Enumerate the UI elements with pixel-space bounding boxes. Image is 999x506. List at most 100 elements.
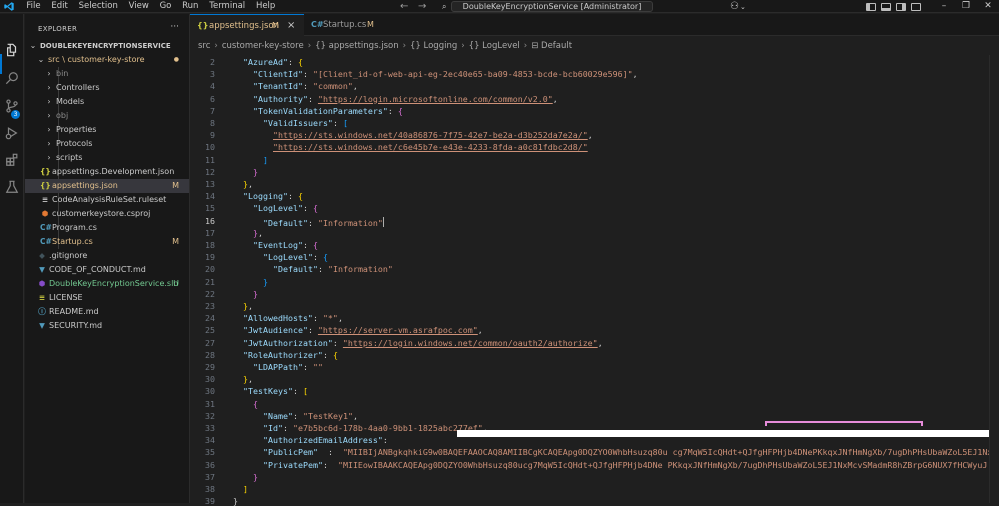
menu-help[interactable]: Help: [251, 0, 281, 13]
code-token: "RoleAuthorizer": [243, 349, 323, 360]
code-line: "ValidIssuers": [: [263, 118, 348, 128]
tree-item-label: Controllers: [56, 83, 100, 92]
tree-file[interactable]: ⬢ DoubleKeyEncryptionService.sln U: [25, 277, 189, 291]
tree-folder[interactable]: ⌄ DOUBLEKEYENCRYPTIONSERVICE: [25, 39, 189, 53]
tree-file[interactable]: C# Startup.cs M: [25, 235, 189, 249]
tree-file[interactable]: {} appsettings.Development.json: [25, 165, 189, 179]
file-type-icon: {}: [40, 181, 51, 190]
copilot-dropdown-icon[interactable]: ⌄: [740, 3, 746, 11]
extensions-icon[interactable]: [4, 152, 20, 168]
code-line: },: [243, 179, 253, 189]
code-token: :: [302, 362, 313, 372]
code-line: "AllowedHosts": "*",: [243, 313, 343, 323]
tab-appsettings-json[interactable]: {} appsettings.json M ×: [190, 14, 304, 36]
breadcrumb-item[interactable]: {} Logging: [410, 37, 457, 55]
tree-file[interactable]: ≡ CodeAnalysisRuleSet.ruleset: [25, 193, 189, 207]
line-number: 8: [210, 118, 215, 128]
code-line: "TestKeys": [: [243, 386, 308, 396]
git-status-badge: ●: [173, 56, 179, 63]
customize-layout-icon[interactable]: [910, 2, 921, 11]
tree-file[interactable]: ◆ .gitignore: [25, 249, 189, 263]
code-token: :: [322, 349, 333, 360]
search-icon[interactable]: [4, 70, 20, 86]
tree-file[interactable]: ⬢ customerkeystore.csproj: [25, 207, 189, 221]
tree-item-label: src \ customer-key-store: [48, 55, 145, 64]
tree-file[interactable]: ▼ CODE_OF_CONDUCT.md: [25, 263, 189, 277]
files-icon[interactable]: [4, 42, 20, 58]
code-line: "Authority": "https://login.microsoftonl…: [253, 94, 558, 104]
menu-run[interactable]: Run: [177, 0, 204, 13]
chevron-right-icon: ›: [307, 41, 312, 51]
code-line: {: [253, 399, 258, 409]
code-token: "Name": [263, 410, 293, 421]
code-token: {: [253, 398, 258, 409]
maximize-button[interactable]: ❐: [955, 0, 977, 13]
breadcrumb-item[interactable]: customer-key-store: [222, 37, 304, 55]
tree-folder[interactable]: ⌄ src \ customer-key-store ●: [25, 53, 189, 67]
close-tab-icon[interactable]: ×: [287, 15, 295, 37]
editor-scrollbar[interactable]: [989, 55, 999, 503]
code-line: "Default": "Information": [273, 264, 393, 274]
tree-file[interactable]: {} appsettings.json M: [25, 179, 189, 193]
line-number: 32: [205, 410, 215, 421]
nav-forward-icon[interactable]: →: [418, 0, 426, 13]
tab-label: appsettings.json: [209, 21, 279, 31]
tree-file[interactable]: ≡ LICENSE: [25, 291, 189, 305]
menu-edit[interactable]: Edit: [46, 0, 73, 13]
line-number: 13: [205, 179, 215, 189]
close-window-button[interactable]: ✕: [977, 0, 999, 13]
testing-icon[interactable]: [4, 179, 20, 195]
tree-folder[interactable]: › scripts: [25, 151, 189, 165]
tree-folder[interactable]: › obj: [25, 109, 189, 123]
code-line: }: [233, 496, 238, 506]
more-actions-icon[interactable]: ···: [170, 22, 179, 32]
active-view-indicator: [0, 54, 2, 74]
code-line: "Name": "TestKey1",: [263, 411, 358, 421]
code-token: "PrivatePem": [263, 459, 323, 470]
menu-selection[interactable]: Selection: [73, 0, 123, 13]
copilot-icon[interactable]: ⚇: [730, 1, 739, 12]
breadcrumb-item[interactable]: src: [198, 37, 210, 55]
toggle-secondary-sidebar-icon[interactable]: [895, 2, 906, 11]
tree-folder[interactable]: › bin: [25, 67, 189, 81]
command-center[interactable]: ⌕ DoubleKeyEncryptionService [Administra…: [442, 1, 653, 12]
tree-file[interactable]: C# Program.cs: [25, 221, 189, 235]
modified-indicator: M: [367, 20, 374, 29]
code-line: "PublicPem" : "MIIBIjANBgkqhkiG9w0BAQEFA…: [263, 447, 999, 457]
code-token: :: [292, 386, 303, 397]
code-token: :: [332, 337, 343, 348]
tree-file[interactable]: ▼ SECURITY.md: [25, 319, 189, 333]
vscode-logo-icon[interactable]: [4, 2, 14, 11]
breadcrumb-item[interactable]: ⊟ Default: [531, 37, 572, 55]
tree-file[interactable]: ⓘ README.md: [25, 305, 189, 319]
tab-startup-cs[interactable]: C# Startup.cs M: [304, 14, 384, 36]
file-type-icon: ▼: [39, 265, 45, 274]
tree-folder[interactable]: › Controllers: [25, 81, 189, 95]
code-line: },: [253, 228, 263, 238]
run-debug-icon[interactable]: [4, 125, 20, 141]
code-line: "TokenValidationParameters": {: [253, 106, 403, 116]
minimize-button[interactable]: –: [933, 0, 955, 13]
menu-terminal[interactable]: Terminal: [204, 0, 251, 13]
code-line: },: [243, 374, 253, 384]
code-token: "ValidIssuers": [263, 118, 333, 128]
tree-folder[interactable]: › Models: [25, 95, 189, 109]
tree-folder[interactable]: › Properties: [25, 123, 189, 137]
breadcrumb: src › customer-key-store ›{} appsettings.js…: [190, 37, 999, 55]
file-type-icon: C#: [40, 237, 52, 246]
code-token: }: [233, 496, 238, 506]
code-token: "LogLevel": [253, 203, 303, 214]
menu-view[interactable]: View: [123, 0, 154, 13]
toggle-sidebar-icon[interactable]: [865, 2, 876, 11]
menu-go[interactable]: Go: [154, 0, 177, 13]
code-line: "JwtAuthorization": "https://login.windo…: [243, 338, 603, 348]
tree-folder[interactable]: › Protocols: [25, 137, 189, 151]
menu-file[interactable]: File: [21, 0, 46, 13]
breadcrumb-item[interactable]: {} LogLevel: [469, 37, 520, 55]
code-token: {: [332, 349, 338, 360]
breadcrumb-item[interactable]: {} appsettings.json: [315, 37, 399, 55]
code-line: "LogLevel": {: [253, 203, 318, 213]
toggle-panel-icon[interactable]: [880, 2, 891, 11]
line-number: 35: [205, 447, 215, 458]
nav-back-icon[interactable]: ←: [400, 0, 408, 13]
